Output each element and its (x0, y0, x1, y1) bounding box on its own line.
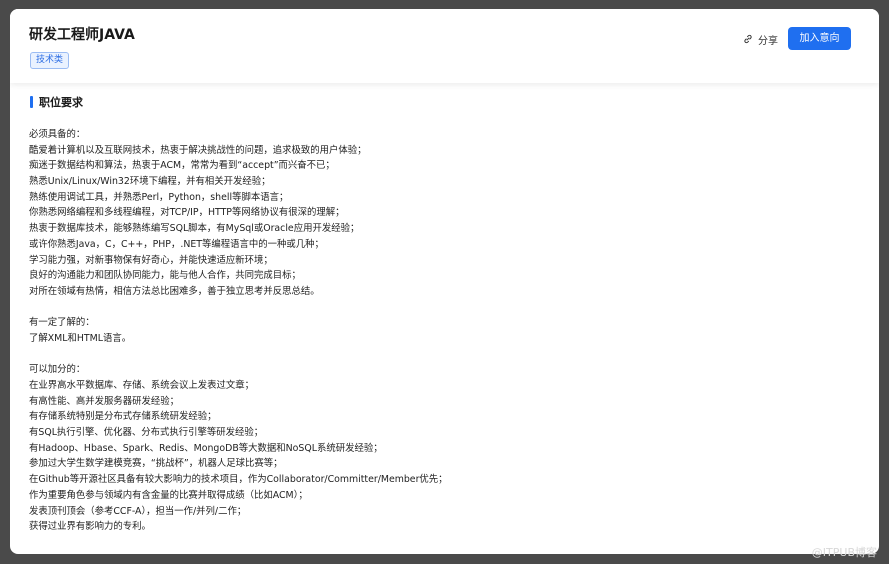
job-header: 研发工程师JAVA 技术类 分享 加入意向 (10, 9, 879, 83)
link-icon (744, 34, 752, 44)
join-interest-button[interactable]: 加入意向 (788, 27, 851, 50)
section-accent-bar (30, 96, 33, 108)
requirement-line: 有Hadoop、Hbase、Spark、Redis、MongoDB等大数据和No… (29, 442, 383, 454)
requirement-line: 学习能力强，对新事物保有好奇心，并能快速适应新环境； (29, 254, 273, 266)
job-title: 研发工程师JAVA (29, 27, 135, 43)
share-label: 分享 (758, 35, 778, 47)
share-button[interactable]: 分享 (743, 31, 778, 47)
requirement-line: 可以加分的： (29, 364, 86, 376)
requirements-text: 必须具备的： 酷爱着计算机以及互联网技术，热衷于解决挑战性的问题，追求极致的用户体… (29, 127, 859, 535)
requirement-line: 在Github等开源社区具备有较大影响力的技术项目，作为Collaborator… (29, 474, 448, 486)
requirement-line: 热衷于数据库技术，能够熟练编写SQL脚本，有MySql或Oracle应用开发经验… (29, 223, 360, 235)
job-detail-window: 研发工程师JAVA 技术类 分享 加入意向 职位要求 必须具备的： 酷爱着计算机以… (10, 9, 879, 554)
category-tag: 技术类 (30, 52, 70, 69)
requirement-line: 有SQL执行引擎、优化器、分布式执行引擎等研发经验； (29, 427, 264, 439)
requirement-line: 熟悉Unix/Linux/Win32环境下编程，并有相关开发经验； (29, 176, 271, 188)
section-title: 职位要求 (30, 94, 83, 110)
requirement-line: 发表顶刊顶会（参考CCF-A），担当一作/并列/二作； (29, 505, 247, 517)
requirement-line: 了解XML和HTML语言。 (29, 332, 132, 344)
requirement-line: 必须具备的： (29, 129, 86, 140)
requirement-line: 获得过业界有影响力的专利。 (29, 521, 151, 533)
requirement-line: 参加过大学生数学建模竞赛，“挑战杯”，机器人足球比赛等； (29, 458, 283, 470)
requirement-line: 有一定了解的： (29, 317, 95, 329)
requirement-line: 有存储系统特别是分布式存储系统研发经验； (29, 411, 217, 423)
requirement-line: 作为重要角色参与领域内有含金量的比赛并取得成绩（比如ACM）； (29, 489, 308, 501)
section-title-text: 职位要求 (39, 96, 83, 109)
requirement-line: 或许你熟悉Java，C，C++，PHP，.NET等编程语言中的一种或几种； (29, 238, 324, 250)
requirement-line: 良好的沟通能力和团队协同能力，能与他人合作，共同完成目标； (29, 270, 301, 282)
requirement-line: 痴迷于数据结构和算法，热衷于ACM，常常为看到“accept”而兴奋不已； (29, 160, 335, 172)
requirement-line: 在业界高水平数据库、存储、系统会议上发表过文章； (29, 380, 255, 391)
requirement-line: 有高性能、高并发服务器研发经验； (29, 395, 180, 407)
requirement-line: 酷爱着计算机以及互联网技术，热衷于解决挑战性的问题，追求极致的用户体验； (29, 144, 367, 156)
requirement-line: 熟练使用调试工具，并熟悉Perl，Python，shell等脚本语言； (29, 191, 289, 203)
requirement-line: 对所在领域有热情，相信方法总比困难多，善于独立思考并反思总结。 (29, 285, 320, 297)
watermark: @ITPUB博客 (811, 546, 877, 559)
requirement-line: 你熟悉网络编程和多线程编程，对TCP/IP，HTTP等网络协议有很深的理解； (29, 207, 345, 219)
